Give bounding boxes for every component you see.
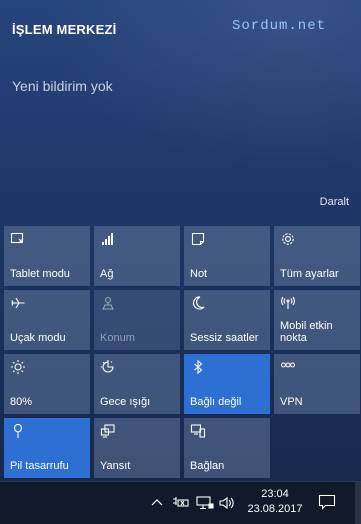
taskbar-clock[interactable]: 23:04 23.08.2017 bbox=[246, 487, 304, 517]
hotspot-icon bbox=[280, 295, 296, 311]
bluetooth-icon bbox=[190, 359, 206, 375]
battery-plug-icon[interactable] bbox=[172, 494, 190, 512]
settings-gear-icon bbox=[280, 231, 296, 247]
clock-date: 23.08.2017 bbox=[247, 503, 303, 515]
tile-brightness[interactable]: 80% bbox=[4, 354, 90, 414]
network-icon bbox=[100, 231, 116, 247]
tile-label: Bağlan bbox=[190, 460, 225, 472]
note-icon bbox=[190, 231, 206, 247]
tile-bluetooth[interactable]: Bağlı değil bbox=[184, 354, 270, 414]
tile-empty-slot bbox=[274, 418, 360, 478]
tile-mobile-hotspot[interactable]: Mobil etkin nokta bbox=[274, 290, 360, 350]
location-icon bbox=[100, 295, 116, 311]
action-center-button[interactable] bbox=[316, 492, 338, 512]
airplane-icon bbox=[10, 295, 26, 311]
action-center-panel: İŞLEM MERKEZİ Sordum.net Yeni bildirim y… bbox=[0, 0, 361, 481]
empty-notifications-message: Yeni bildirim yok bbox=[12, 78, 113, 94]
project-icon bbox=[100, 423, 116, 439]
tile-label: Yansıt bbox=[100, 460, 131, 472]
tile-network[interactable]: Ağ bbox=[94, 226, 180, 286]
volume-icon[interactable] bbox=[218, 494, 236, 512]
brightness-icon bbox=[10, 359, 26, 375]
action-center-icon bbox=[318, 494, 336, 510]
clock-time: 23:04 bbox=[261, 488, 289, 500]
tile-label: Tablet modu bbox=[10, 268, 70, 280]
tile-label: Mobil etkin nokta bbox=[280, 320, 333, 344]
moon-icon bbox=[190, 295, 206, 311]
tablet-mode-icon bbox=[10, 231, 26, 247]
tile-location[interactable]: Konum bbox=[94, 290, 180, 350]
tile-label: Konum bbox=[100, 332, 135, 344]
network-tray-icon[interactable] bbox=[196, 494, 214, 512]
tile-quiet-hours[interactable]: Sessiz saatler bbox=[184, 290, 270, 350]
taskbar: 23:04 23.08.2017 bbox=[0, 481, 361, 524]
tile-connect[interactable]: Bağlan bbox=[184, 418, 270, 478]
collapse-link[interactable]: Daralt bbox=[320, 196, 349, 208]
system-tray bbox=[148, 482, 236, 524]
tile-tablet-mode[interactable]: Tablet modu bbox=[4, 226, 90, 286]
tile-label: Gece ışığı bbox=[100, 396, 151, 408]
tile-label: Sessiz saatler bbox=[190, 332, 259, 344]
watermark-text: Sordum.net bbox=[232, 18, 327, 34]
tile-label: Bağlı değil bbox=[190, 396, 242, 408]
show-desktop-button[interactable] bbox=[355, 482, 361, 524]
tile-label: Pil tasarrufu bbox=[10, 460, 69, 472]
tile-vpn[interactable]: VPN bbox=[274, 354, 360, 414]
tile-airplane-mode[interactable]: Uçak modu bbox=[4, 290, 90, 350]
panel-title: İŞLEM MERKEZİ bbox=[12, 22, 117, 37]
tile-label: Ağ bbox=[100, 268, 114, 280]
tile-night-light[interactable]: Gece ışığı bbox=[94, 354, 180, 414]
tile-label: VPN bbox=[280, 396, 303, 408]
quick-actions-grid: Tablet modu Ağ Not Tüm ayarlar Uçak modu… bbox=[4, 226, 360, 478]
battery-saver-icon bbox=[10, 423, 26, 439]
tile-label: Uçak modu bbox=[10, 332, 66, 344]
chevron-up-icon[interactable] bbox=[148, 494, 166, 512]
tile-note[interactable]: Not bbox=[184, 226, 270, 286]
connect-icon bbox=[190, 423, 206, 439]
tile-project[interactable]: Yansıt bbox=[94, 418, 180, 478]
tile-all-settings[interactable]: Tüm ayarlar bbox=[274, 226, 360, 286]
tile-battery-saver[interactable]: Pil tasarrufu bbox=[4, 418, 90, 478]
night-light-icon bbox=[100, 359, 116, 375]
tile-label: Not bbox=[190, 268, 208, 280]
vpn-icon bbox=[280, 359, 296, 375]
tile-label: Tüm ayarlar bbox=[280, 268, 339, 280]
tile-label: 80% bbox=[10, 396, 33, 408]
